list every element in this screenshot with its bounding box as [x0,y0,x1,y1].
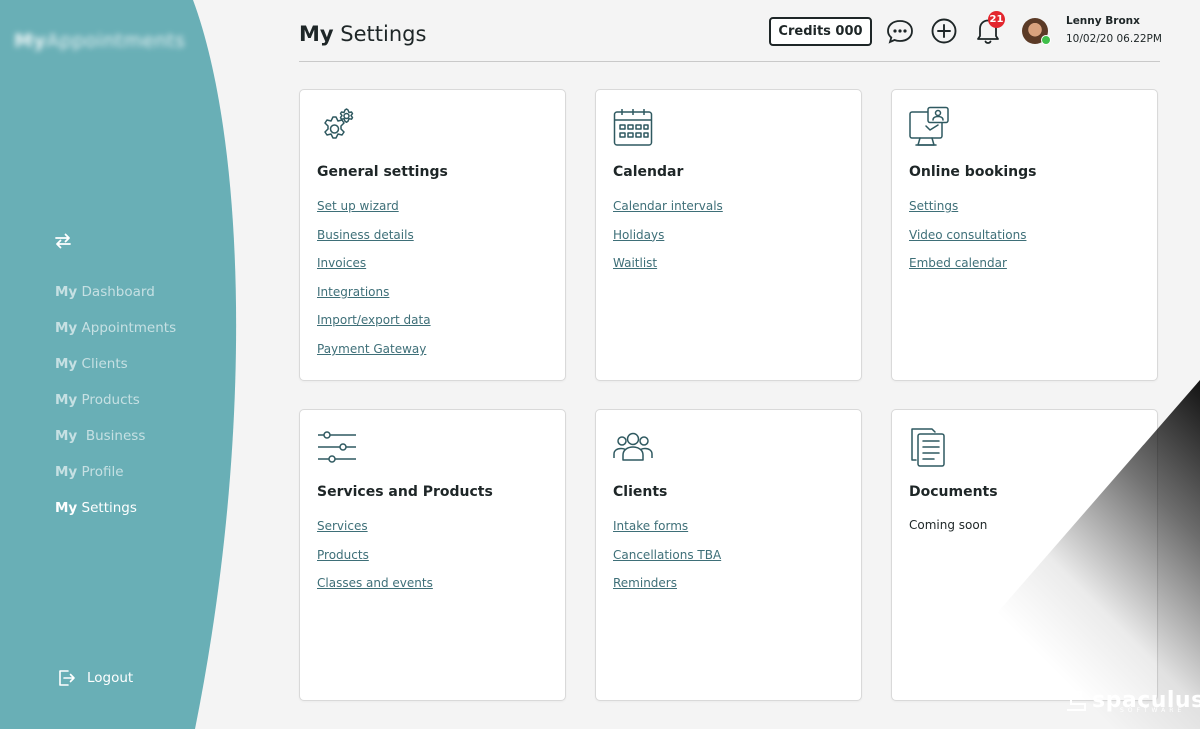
card-title: Clients [613,484,668,500]
card-services-products: Services and Products Services Products … [299,409,566,701]
link-holidays[interactable]: Holidays [613,228,664,242]
online-status-dot [1041,35,1051,45]
card-general-settings: General settings Set up wizard Business … [299,89,566,381]
add-circle-icon[interactable] [930,17,958,45]
link-reminders[interactable]: Reminders [613,576,677,590]
sidebar-item-prefix: My [55,428,78,444]
sidebar-item-dashboard[interactable]: My Dashboard [55,281,176,317]
link-services[interactable]: Services [317,519,368,533]
calendar-icon [613,109,653,146]
sidebar-item-label: Clients [81,356,128,372]
card-links: Settings Video consultations Embed calen… [909,198,1026,284]
card-title: Documents [909,484,998,500]
link-classes-and-events[interactable]: Classes and events [317,576,433,590]
link-intake-forms[interactable]: Intake forms [613,519,688,533]
card-online-bookings: Online bookings Settings Video consultat… [891,89,1158,381]
link-products[interactable]: Products [317,548,369,562]
card-clients: Clients Intake forms Cancellations TBA R… [595,409,862,701]
logout-button[interactable]: Logout [56,668,133,688]
card-title: Calendar [613,164,684,180]
watermark-subtext: SOFTWARE [1120,707,1186,714]
monitor-user-icon [909,106,949,146]
card-documents: Documents Coming soon [891,409,1158,701]
app-logo-text: Appointments [46,30,186,52]
sidebar-item-profile[interactable]: My Profile [55,461,176,497]
link-embed-calendar[interactable]: Embed calendar [909,256,1007,270]
sidebar-item-business[interactable]: My Business [55,425,176,461]
card-links: Calendar intervals Holidays Waitlist [613,198,723,284]
sidebar-item-prefix: My [55,356,78,372]
sidebar-item-prefix: My [55,284,78,300]
link-invoices[interactable]: Invoices [317,256,366,270]
link-cancellations-tba[interactable]: Cancellations TBA [613,548,721,562]
sidebar-item-prefix: My [55,464,78,480]
sidebar-item-label: Business [81,428,146,444]
swap-arrows-icon[interactable] [53,231,73,251]
card-title: Online bookings [909,164,1037,180]
sidebar-item-label: Products [81,392,140,408]
sidebar-item-appointments[interactable]: My Appointments [55,317,176,353]
sidebar-item-label: Settings [81,500,137,516]
user-name: Lenny Bronx [1066,15,1140,27]
card-links: Services Products Classes and events [317,518,433,604]
app-logo-prefix: My [14,30,47,52]
link-settings[interactable]: Settings [909,199,958,213]
link-waitlist[interactable]: Waitlist [613,256,657,270]
card-links: Intake forms Cancellations TBA Reminders [613,518,721,604]
link-calendar-intervals[interactable]: Calendar intervals [613,199,723,213]
sidebar-nav: My Dashboard My Appointments My Clients … [55,281,176,533]
link-payment-gateway[interactable]: Payment Gateway [317,342,426,356]
sidebar-item-settings[interactable]: My Settings [55,497,176,533]
logout-icon [59,670,75,686]
sidebar-item-prefix: My [55,392,78,408]
documents-icon [911,428,945,467]
page-title-text: Settings [340,22,427,46]
card-title: Services and Products [317,484,493,500]
sidebar-item-prefix: My [55,500,78,516]
sidebar-item-label: Appointments [81,320,177,336]
timestamp: 10/02/20 06.22PM [1066,33,1162,45]
card-calendar: Calendar Calendar intervals Holidays Wai… [595,89,862,381]
page-title-prefix: My [299,22,334,46]
chat-bubble-icon[interactable] [886,17,914,45]
spaculus-logo-icon [1067,691,1086,711]
card-title: General settings [317,164,448,180]
users-icon [613,432,653,461]
card-links: Set up wizard Business details Invoices … [317,198,431,370]
notification-badge: 21 [988,11,1005,28]
sidebar-item-prefix: My [55,320,78,336]
page-title: My Settings [299,22,426,46]
coming-soon-text: Coming soon [909,518,988,532]
link-import-export-data[interactable]: Import/export data [317,313,431,327]
app-logo[interactable]: MyAppointments [14,30,185,52]
sidebar-item-label: Profile [81,464,124,480]
link-video-consultations[interactable]: Video consultations [909,228,1026,242]
link-integrations[interactable]: Integrations [317,285,389,299]
sidebar-item-label: Dashboard [81,284,155,300]
logout-label: Logout [87,670,134,686]
sidebar-item-products[interactable]: My Products [55,389,176,425]
sliders-icon [318,431,356,463]
header-divider [299,61,1160,62]
gears-icon [324,108,354,139]
link-set-up-wizard[interactable]: Set up wizard [317,199,399,213]
link-business-details[interactable]: Business details [317,228,414,242]
sidebar-item-clients[interactable]: My Clients [55,353,176,389]
credits-button[interactable]: Credits 000 [769,17,872,46]
